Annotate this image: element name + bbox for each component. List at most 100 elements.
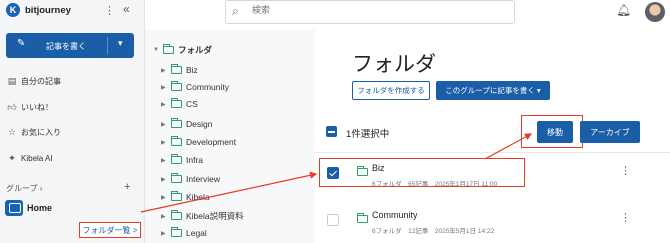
button-divider [107,37,108,54]
tree-item-label: Infra [186,155,204,165]
tree-item-label: Legal [186,228,207,238]
tree-item[interactable]: ▶ Design [161,118,213,129]
avatar[interactable] [645,2,665,22]
folder-icon [357,213,368,223]
tree-item[interactable]: ▶ CS [161,98,198,109]
folder-icon [171,98,182,108]
sidebar: K bitjourney ⋮ « ✎ 記事を書く ▾ ▤ 自分の記事 👍︎ いい… [0,0,145,243]
group-header-label: グループ [6,184,38,193]
folder-icon [171,154,182,164]
tree-item-label: Community [186,82,229,92]
write-article-button[interactable]: ✎ 記事を書く ▾ [6,33,134,58]
folder-icon [163,44,174,54]
search-box[interactable]: ⌕ [225,0,515,24]
pen-icon: ✎ [17,38,26,49]
more-vertical-icon[interactable]: ⋮ [620,164,631,177]
caret-right-icon[interactable]: ▶ [161,67,171,74]
tree-item-label: Design [186,119,213,129]
collapse-sidebar-icon[interactable]: « [123,2,130,16]
nav-kibela-ai[interactable]: ✦ Kibela AI [6,153,53,164]
star-icon: ☆ [7,127,17,137]
tree-root[interactable]: ▼ フォルダ [153,44,212,56]
nav-label: お気に入り [21,128,61,137]
tree-root-label: フォルダ [178,45,213,55]
folder-list-link[interactable]: フォルダ一覧 > [79,222,141,238]
caret-right-icon[interactable]: ▶ [161,176,171,183]
home-group-icon [5,200,23,216]
folder-meta: 6フォルダ 12記事 2025年5月1日 14:22 [372,228,495,235]
caret-right-icon[interactable]: ▶ [161,84,171,91]
tree-item[interactable]: ▶ Infra [161,154,204,165]
group-label: Home [27,203,53,213]
folder-icon [171,136,182,146]
create-folder-button[interactable]: フォルダを作成する [352,81,430,100]
row-checkbox[interactable] [327,167,339,179]
select-all-checkbox[interactable] [326,126,337,137]
tree-item-label: Kibela説明資料 [186,211,244,221]
nav-favorites[interactable]: ☆ お気に入り [6,127,61,138]
page-title: フォルダ [352,53,436,76]
folder-icon [171,227,182,237]
group-header[interactable]: グループ › [6,183,42,194]
tree-item[interactable]: ▶ Kibela [161,191,210,202]
add-group-icon[interactable]: + [124,181,130,193]
divider [315,152,670,153]
nav-label: いいね！ [21,103,53,112]
tree-item[interactable]: ▶ Development [161,136,237,147]
caret-right-icon[interactable]: ▶ [161,230,171,237]
nav-likes[interactable]: 👍︎ いいね！ [6,102,53,113]
chevron-down-icon: ▾ [534,86,541,95]
thumbs-up-icon: 👍︎ [7,102,17,112]
app-window: K bitjourney ⋮ « ✎ 記事を書く ▾ ▤ 自分の記事 👍︎ いい… [0,0,670,243]
search-icon: ⌕ [232,4,239,18]
tree-item-label: Development [186,137,237,147]
brand-name: bitjourney [25,4,71,16]
caret-right-icon[interactable]: ▶ [161,194,171,201]
folder-icon [171,191,182,201]
caret-down-icon[interactable]: ▼ [153,47,163,53]
caret-right-icon[interactable]: ▶ [161,157,171,164]
archive-button[interactable]: アーカイブ [580,121,640,143]
brand[interactable]: K bitjourney [6,3,71,17]
move-button[interactable]: 移動 [537,121,573,143]
tree-item-label: Kibela [186,192,210,202]
folder-icon [357,166,368,176]
tree-item[interactable]: ▶ Biz [161,64,198,75]
chevron-down-icon[interactable]: ▾ [118,38,123,49]
caret-right-icon[interactable]: ▶ [161,121,171,128]
tree-item[interactable]: ▶ Interview [161,173,220,184]
folder-icon [171,173,182,183]
selection-count: 1件選択中 [346,129,390,140]
nav-label: Kibela AI [21,154,53,163]
write-article-label: 記事を書く [46,42,86,51]
chevron-right-icon: › [39,184,43,193]
folder-icon [171,81,182,91]
row-checkbox[interactable] [327,214,339,226]
write-to-group-label: このグループに記事を書く [445,86,535,95]
write-to-group-button[interactable]: このグループに記事を書く ▾ [436,81,550,100]
folder-icon [171,118,182,128]
group-item-home[interactable]: Home [5,200,52,216]
tree-item-label: CS [186,99,198,109]
folder-name-link[interactable]: Community [372,210,418,220]
folder-icon [171,64,182,74]
tree-item-label: Biz [186,65,198,75]
more-vertical-icon[interactable]: ⋮ [104,4,115,17]
caret-right-icon[interactable]: ▶ [161,101,171,108]
nav-my-articles[interactable]: ▤ 自分の記事 [6,76,61,87]
document-icon: ▤ [7,76,17,86]
folder-name-link[interactable]: Biz [372,163,385,173]
folder-tree: ▼ フォルダ ▶ Biz ▶ Community ▶ CS ▶ Design ▶ Deve… [145,30,315,243]
tree-item[interactable]: ▶ Legal [161,227,207,238]
caret-right-icon[interactable]: ▶ [161,139,171,146]
nav-label: 自分の記事 [21,77,61,86]
caret-right-icon[interactable]: ▶ [161,213,171,220]
tree-item[interactable]: ▶ Community [161,81,229,92]
more-vertical-icon[interactable]: ⋮ [620,211,631,224]
search-input[interactable] [252,5,452,15]
bell-icon[interactable]: 🔔︎ [616,3,631,17]
folder-icon [171,210,182,220]
folder-meta: 6フォルダ 65記事 2025年1月17日 11:00 [372,181,498,188]
tree-item[interactable]: ▶ Kibela説明資料 [161,210,244,222]
kibela-logo-icon: K [6,3,20,17]
